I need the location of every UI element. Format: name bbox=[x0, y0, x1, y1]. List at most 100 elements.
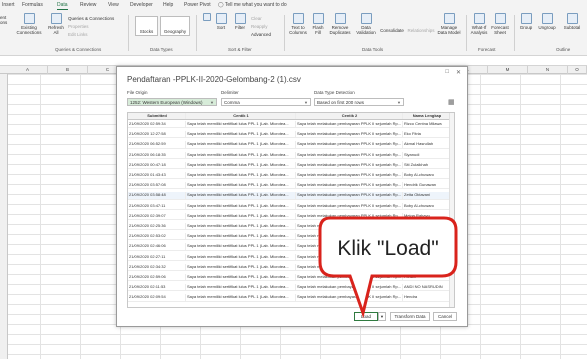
delimiter-label: Delimiter bbox=[221, 90, 239, 95]
tab-view[interactable]: View bbox=[108, 2, 119, 8]
cell-centik-2: Saya telah melakukan pembayaran PPLK II … bbox=[297, 202, 403, 209]
cell-submitted: 21/09/2020 02:53:02 bbox=[128, 233, 186, 240]
table-row: 21/09/2020 00:47:18 Saya telah memiliki s… bbox=[128, 161, 454, 169]
tab-formulas[interactable]: Formulas bbox=[22, 2, 43, 8]
cancel-button[interactable]: Cancel bbox=[433, 312, 457, 321]
clear-filter-button[interactable]: Clear bbox=[251, 16, 262, 21]
manage-data-model-label: Manage Data Model bbox=[437, 25, 461, 35]
data-validation-button[interactable]: Data Validation bbox=[355, 13, 377, 35]
file-origin-value: 1252: Western European (Windows) bbox=[130, 100, 203, 105]
edit-links-button[interactable]: Edit Links bbox=[68, 32, 88, 37]
cell-centik-2: Saya telah melakukan pembayaran PPLK II … bbox=[297, 284, 403, 291]
ungroup-button[interactable]: Ungroup bbox=[536, 13, 558, 30]
table-row: 21/09/2020 01:43:43 Saya telah memiliki s… bbox=[128, 172, 454, 180]
cell-submitted: 21/09/2020 02:34:32 bbox=[128, 263, 186, 270]
column-header[interactable]: B bbox=[48, 66, 88, 74]
data-type-detection-label: Data Type Detection bbox=[314, 90, 355, 95]
advanced-filter-button[interactable]: Advanced bbox=[251, 32, 271, 37]
callout-text: Klik "Load" bbox=[337, 237, 439, 260]
column-header[interactable]: M bbox=[488, 66, 528, 74]
cell-centik-1: Saya telah memiliki sertifikat lulus PPL… bbox=[186, 223, 296, 230]
cell-submitted: 21/09/2020 12:27:58 bbox=[128, 131, 186, 138]
group-button[interactable]: Group bbox=[517, 13, 535, 30]
cell-centik-1: Saya telah memiliki sertifikat lulus PPL… bbox=[186, 284, 296, 291]
cell-centik-1: Saya telah memiliki sertifikat lulus PPL… bbox=[186, 202, 296, 209]
filter-label: Filter bbox=[235, 25, 245, 30]
scrollbar[interactable] bbox=[449, 113, 454, 307]
cell-centik-1: Saya telah memiliki sertifikat lulus PPL… bbox=[186, 121, 296, 128]
flash-fill-icon bbox=[312, 13, 324, 24]
column-header[interactable]: O bbox=[568, 66, 587, 74]
load-dropdown-button[interactable]: ▼ bbox=[378, 312, 386, 321]
chevron-down-icon: ▼ bbox=[380, 314, 384, 319]
cell-nama-lengkap: Hendra bbox=[403, 294, 451, 301]
chevron-down-icon: ▼ bbox=[210, 100, 214, 105]
cell-nama-lengkap: ANDI NO NASRUDIN bbox=[403, 284, 451, 291]
file-origin-select[interactable]: 1252: Western European (Windows) ▼ bbox=[127, 98, 217, 106]
cell-submitted: 21/09/2020 02:46:06 bbox=[128, 243, 186, 250]
flash-fill-button[interactable]: Flash Fill bbox=[310, 13, 326, 35]
consolidate-button[interactable]: Consolidate bbox=[378, 28, 406, 33]
data-type-detection-select[interactable]: Based on first 200 rows ▼ bbox=[314, 98, 404, 106]
column-header[interactable]: N bbox=[528, 66, 568, 74]
cell-centik-1: Saya telah memiliki sertifikat lulus PPL… bbox=[186, 274, 296, 281]
manage-data-model-button[interactable]: Manage Data Model bbox=[436, 13, 462, 35]
filter-button[interactable]: Filter bbox=[232, 13, 248, 30]
cell-centik-1: Saya telah memiliki sertifikat lulus PPL… bbox=[186, 141, 296, 148]
excel-window: Insert Formulas Data Review View Develop… bbox=[0, 0, 587, 359]
refresh-all-button[interactable]: Refresh All bbox=[46, 13, 66, 35]
cell-submitted: 21/09/2020 02:11:53 bbox=[128, 284, 186, 291]
column-header[interactable]: A bbox=[8, 66, 48, 74]
existing-connections-button[interactable]: Existing Connections bbox=[14, 13, 44, 35]
restore-icon[interactable]: □ bbox=[445, 69, 449, 75]
tab-power-pivot[interactable]: Power Pivot bbox=[184, 2, 211, 8]
queries-connections-button[interactable]: Queries & Connections bbox=[68, 16, 114, 21]
formula-bar[interactable] bbox=[0, 56, 587, 66]
transform-data-button[interactable]: Transform Data bbox=[390, 312, 430, 321]
existing-connections-label: Existing Connections bbox=[16, 25, 42, 35]
load-button[interactable]: Load bbox=[354, 312, 378, 321]
cell-nama-lengkap: Boby Al-chuwaro bbox=[403, 172, 451, 179]
properties-button[interactable]: Properties bbox=[68, 24, 89, 29]
tab-developer[interactable]: Developer bbox=[130, 2, 153, 8]
text-to-columns-label: Text to Columns bbox=[289, 25, 307, 35]
cell-centik-2: Saya telah melakukan pembayaran PPLK II … bbox=[297, 172, 403, 179]
close-icon[interactable]: ✕ bbox=[456, 69, 461, 76]
file-origin-label: File Origin bbox=[127, 90, 148, 95]
what-if-analysis-button[interactable]: What-If Analysis bbox=[469, 13, 489, 35]
stocks-button[interactable]: Stocks bbox=[135, 16, 158, 36]
column-header-nama-lengkap: Nama Lengkap bbox=[403, 113, 451, 120]
cell-centik-2: Saya telah melakukan pembayaran PPLK II … bbox=[297, 131, 403, 138]
forecast-sheet-button[interactable]: Forecast Sheet bbox=[490, 13, 510, 35]
tab-insert[interactable]: Insert bbox=[2, 2, 15, 8]
delimiter-select[interactable]: Comma ▼ bbox=[221, 98, 311, 106]
filter-icon bbox=[234, 13, 246, 24]
reapply-button[interactable]: Reapply bbox=[251, 24, 268, 29]
cell-centik-2: Saya telah melakukan pembayaran PPLK II … bbox=[297, 121, 403, 128]
separator bbox=[466, 15, 467, 51]
remove-duplicates-button[interactable]: Remove Duplicates bbox=[327, 13, 353, 35]
subtotal-button[interactable]: Subtotal bbox=[559, 13, 585, 30]
separator bbox=[128, 15, 129, 51]
what-if-icon bbox=[473, 13, 485, 24]
tell-me-search[interactable]: ◯ Tell me what you want to do bbox=[218, 2, 287, 8]
data-model-icon bbox=[443, 13, 455, 24]
cell-centik-1: Saya telah memiliki sertifikat lulus PPL… bbox=[186, 212, 296, 219]
what-if-label: What-If Analysis bbox=[470, 25, 488, 35]
cell-nama-lengkap: Siyanudi bbox=[403, 151, 451, 158]
relationships-button[interactable]: Relationships bbox=[407, 28, 435, 33]
remove-duplicates-icon bbox=[334, 13, 346, 24]
table-row: 21/09/2020 03:57:08 Saya telah memiliki s… bbox=[128, 182, 454, 190]
data-validation-icon bbox=[360, 13, 372, 24]
tab-help[interactable]: Help bbox=[163, 2, 173, 8]
geography-button[interactable]: Geography bbox=[160, 16, 190, 36]
table-row: 21/09/2020 12:27:58 Saya telah memiliki s… bbox=[128, 131, 454, 139]
text-to-columns-button[interactable]: Text to Columns bbox=[287, 13, 309, 35]
sort-button[interactable]: Sort bbox=[213, 13, 229, 30]
sort-label: Sort bbox=[216, 25, 226, 30]
document-icon[interactable]: ▦ bbox=[448, 98, 455, 106]
get-data-partial[interactable]: ent ons bbox=[0, 15, 10, 25]
tab-review[interactable]: Review bbox=[80, 2, 96, 8]
tab-data[interactable]: Data bbox=[57, 2, 68, 10]
sort-az-button[interactable] bbox=[200, 13, 214, 22]
